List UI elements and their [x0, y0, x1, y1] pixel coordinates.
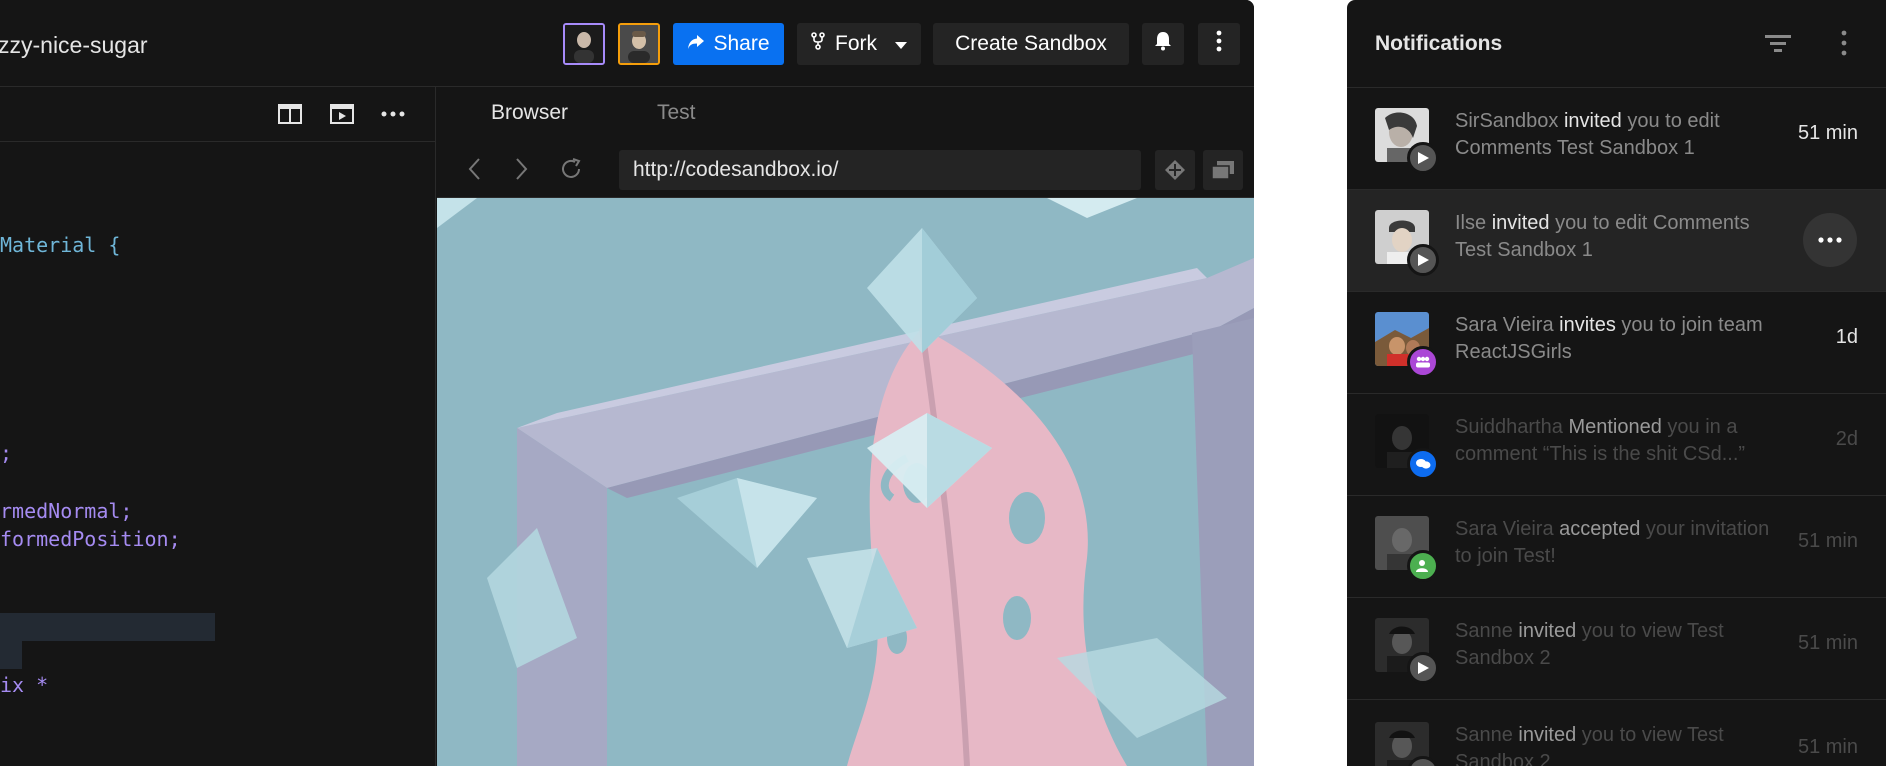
preview-icon[interactable] — [327, 99, 357, 129]
preview-artwork — [437, 198, 1254, 766]
url-input[interactable] — [619, 150, 1141, 190]
notification-text: Suiddhartha Mentioned you in a comment “… — [1455, 414, 1785, 468]
notification-action: invited — [1518, 620, 1577, 642]
codesandbox-window: zzy-nice-sugar Share Fork Create Sandbox — [0, 0, 1254, 766]
notification-item[interactable]: SirSandbox invited you to edit Comments … — [1347, 88, 1886, 190]
share-icon — [687, 32, 705, 56]
notification-actor: Sara Vieira — [1455, 518, 1554, 540]
notification-time: 1d — [1835, 326, 1858, 348]
preview-pane: Browser Test — [437, 87, 1254, 766]
refresh-icon[interactable] — [556, 154, 586, 184]
text-selection — [0, 613, 215, 641]
notifications-panel: Notifications SirSandbox invited you to … — [1347, 0, 1886, 766]
notification-actor: Sanne — [1455, 620, 1513, 642]
preview-tabs: Browser Test — [437, 87, 1254, 142]
sandbox-badge-icon — [1407, 244, 1439, 276]
fork-icon — [811, 32, 825, 56]
top-bar: zzy-nice-sugar Share Fork Create Sandbox — [0, 0, 1254, 87]
tab-test[interactable]: Test — [657, 101, 696, 125]
notification-actor: Suiddhartha — [1455, 416, 1563, 438]
bell-icon — [1154, 31, 1172, 57]
fork-label: Fork — [835, 32, 877, 55]
code-line: ix * — [0, 673, 49, 697]
collaborator-avatar[interactable] — [563, 23, 605, 65]
user-badge-icon — [1407, 550, 1439, 582]
codesandbox-logo-icon[interactable] — [1155, 150, 1195, 190]
share-button[interactable]: Share — [673, 23, 784, 65]
notification-actor: Ilse — [1455, 212, 1487, 234]
open-new-window-icon[interactable] — [1203, 150, 1243, 190]
notification-time: 51 min — [1797, 632, 1858, 654]
notification-text: Sara Vieira accepted your invitation to … — [1455, 516, 1785, 570]
sandbox-name[interactable]: zzy-nice-sugar — [0, 32, 148, 59]
notification-time: 51 min — [1797, 530, 1858, 552]
notification-item[interactable]: Suiddhartha Mentioned you in a comment “… — [1347, 394, 1886, 496]
notification-actor: Sanne — [1455, 724, 1513, 746]
tab-browser[interactable]: Browser — [491, 101, 568, 125]
collaborator-avatar[interactable] — [618, 23, 660, 65]
code-editor[interactable]: Material { ; rmedNormal; formedPosition;… — [0, 87, 436, 766]
code-line: ; — [0, 441, 13, 465]
more-horizontal-icon — [1818, 237, 1842, 243]
sandbox-badge-icon — [1407, 142, 1439, 174]
notifications-header: Notifications — [1347, 0, 1886, 88]
notification-item[interactable]: Ilse invited you to edit Comments Test S… — [1347, 190, 1886, 292]
kebab-icon — [1216, 30, 1222, 58]
preview-render[interactable] — [437, 198, 1254, 766]
notification-item[interactable]: Sanne invited you to view Test Sandbox 2… — [1347, 702, 1886, 766]
notification-item[interactable]: Sara Vieira invites you to join team Rea… — [1347, 292, 1886, 394]
share-label: Share — [713, 32, 770, 55]
notification-item[interactable]: Sanne invited you to view Test Sandbox 2… — [1347, 598, 1886, 700]
editor-toolbar — [0, 87, 436, 142]
comment-badge-icon — [1407, 448, 1439, 480]
code-line: Material { — [0, 233, 121, 257]
notification-action: invites — [1559, 314, 1616, 336]
fork-button[interactable]: Fork — [797, 23, 921, 65]
notification-action: invited — [1491, 212, 1550, 234]
more-menu-button[interactable] — [1198, 23, 1240, 65]
notification-action: invited — [1518, 724, 1577, 746]
sandbox-badge-icon — [1407, 652, 1439, 684]
kebab-icon[interactable] — [1829, 28, 1859, 58]
notification-time: 51 min — [1797, 736, 1858, 758]
text-selection — [0, 641, 22, 669]
notification-text: Sanne invited you to view Test Sandbox 2 — [1455, 722, 1785, 766]
create-sandbox-button[interactable]: Create Sandbox — [933, 23, 1129, 65]
back-icon[interactable] — [459, 154, 489, 184]
split-view-icon[interactable] — [275, 99, 305, 129]
notification-text: Sanne invited you to view Test Sandbox 2 — [1455, 618, 1785, 672]
forward-icon[interactable] — [507, 154, 537, 184]
notification-actor: SirSandbox — [1455, 110, 1559, 132]
notification-actor: Sara Vieira — [1455, 314, 1554, 336]
notification-action: Mentioned — [1568, 416, 1662, 438]
notification-time: 2d — [1835, 428, 1858, 450]
notifications-button[interactable] — [1142, 23, 1184, 65]
notification-action: invited — [1563, 110, 1622, 132]
more-options-icon[interactable] — [378, 99, 408, 129]
notification-action: accepted — [1559, 518, 1641, 540]
notification-text: Sara Vieira invites you to join team Rea… — [1455, 312, 1785, 366]
notification-item[interactable]: Sara Vieira accepted your invitation to … — [1347, 496, 1886, 598]
code-line: formedPosition; — [0, 527, 181, 551]
chevron-down-icon[interactable] — [895, 32, 907, 56]
notification-text: Ilse invited you to edit Comments Test S… — [1455, 210, 1785, 264]
notification-time: 51 min — [1797, 122, 1858, 144]
notification-text: SirSandbox invited you to edit Comments … — [1455, 108, 1785, 162]
notification-more-button[interactable] — [1803, 213, 1857, 267]
code-line: rmedNormal; — [0, 499, 133, 523]
filter-icon[interactable] — [1763, 28, 1793, 58]
browser-navigation — [437, 142, 1254, 198]
team-badge-icon — [1407, 346, 1439, 378]
notifications-title: Notifications — [1375, 32, 1503, 55]
